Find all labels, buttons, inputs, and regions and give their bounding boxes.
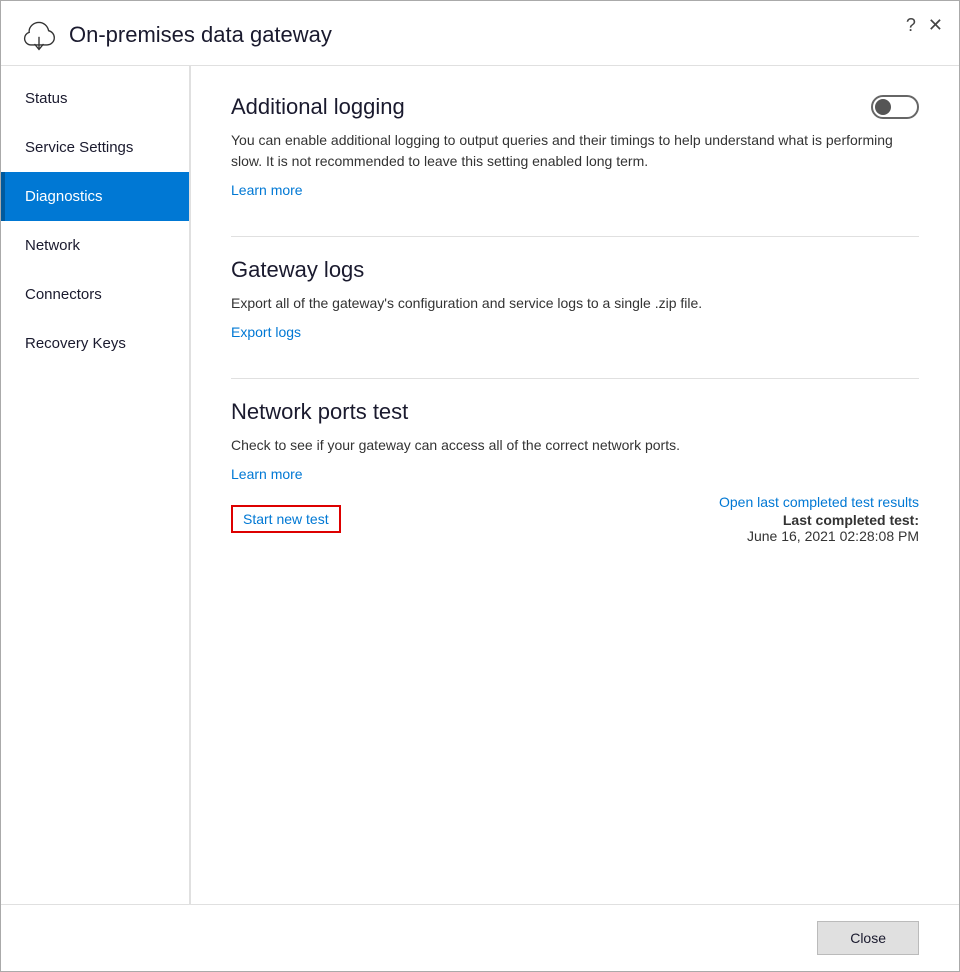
start-new-test-button[interactable]: Start new test [231, 505, 341, 533]
close-button[interactable]: ✕ [928, 15, 943, 36]
open-last-results-link[interactable]: Open last completed test results [719, 494, 919, 510]
toggle-knob [875, 99, 891, 115]
divider-1 [231, 236, 919, 237]
title-bar: On-premises data gateway ? ✕ [1, 1, 959, 66]
divider-2 [231, 378, 919, 379]
main-content: Additional logging You can enable additi… [191, 66, 959, 904]
app-icon [21, 17, 57, 53]
window-controls: ? ✕ [906, 15, 943, 36]
last-completed-date: June 16, 2021 02:28:08 PM [747, 528, 919, 544]
content-area: Status Service Settings Diagnostics Netw… [1, 66, 959, 904]
sidebar-item-diagnostics[interactable]: Diagnostics [1, 172, 189, 221]
main-window: On-premises data gateway ? ✕ Status Serv… [0, 0, 960, 972]
additional-logging-toggle[interactable] [871, 95, 919, 119]
export-logs-link[interactable]: Export logs [231, 324, 301, 340]
help-button[interactable]: ? [906, 15, 916, 36]
network-ports-test-section: Network ports test Check to see if your … [231, 399, 919, 544]
network-ports-test-title: Network ports test [231, 399, 919, 425]
test-actions-left: Start new test [231, 505, 349, 533]
sidebar-item-service-settings[interactable]: Service Settings [1, 123, 189, 172]
close-button[interactable]: Close [817, 921, 919, 955]
window-title: On-premises data gateway [69, 22, 332, 48]
additional-logging-desc: You can enable additional logging to out… [231, 130, 919, 172]
test-row: Start new test Open last completed test … [231, 494, 919, 544]
network-ports-test-desc: Check to see if your gateway can access … [231, 435, 919, 456]
sidebar-item-connectors[interactable]: Connectors [1, 270, 189, 319]
gateway-logs-title: Gateway logs [231, 257, 919, 283]
test-actions-right: Open last completed test results Last co… [719, 494, 919, 544]
last-completed-info: Last completed test: June 16, 2021 02:28… [719, 512, 919, 544]
footer: Close [1, 904, 959, 971]
additional-logging-learn-more[interactable]: Learn more [231, 182, 303, 198]
network-ports-learn-more[interactable]: Learn more [231, 466, 303, 482]
last-completed-label: Last completed test: [783, 512, 919, 528]
gateway-logs-section: Gateway logs Export all of the gateway's… [231, 257, 919, 342]
sidebar-item-status[interactable]: Status [1, 74, 189, 123]
sidebar-item-recovery-keys[interactable]: Recovery Keys [1, 319, 189, 368]
additional-logging-section: Additional logging You can enable additi… [231, 94, 919, 200]
sidebar: Status Service Settings Diagnostics Netw… [1, 66, 191, 904]
additional-logging-title: Additional logging [231, 94, 919, 120]
gateway-logs-desc: Export all of the gateway's configuratio… [231, 293, 919, 314]
sidebar-item-network[interactable]: Network [1, 221, 189, 270]
